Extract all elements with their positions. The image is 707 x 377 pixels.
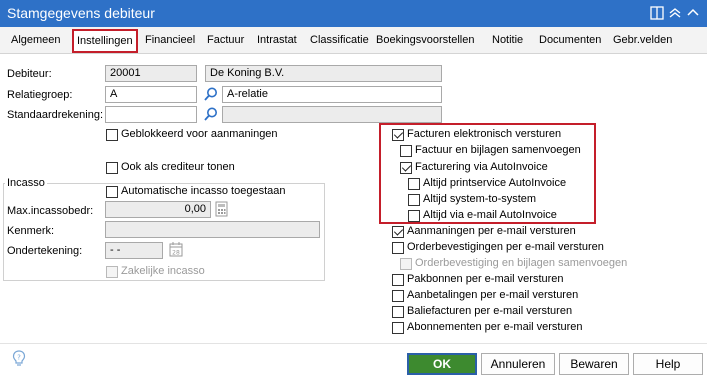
pakbonnen-email-checkbox[interactable] bbox=[392, 274, 404, 286]
relatiegroep-name-field: A-relatie bbox=[222, 86, 442, 103]
orderbevestigingen-email-label: Orderbevestigingen per e-mail versturen bbox=[407, 241, 604, 253]
tab-classificatie[interactable]: Classificatie bbox=[310, 34, 369, 46]
svg-text:28: 28 bbox=[172, 250, 180, 257]
debiteur-name-field: De Koning B.V. bbox=[205, 65, 442, 82]
tab-documenten[interactable]: Documenten bbox=[539, 34, 601, 46]
max-incassobedr-label: Max.incassobedr: bbox=[7, 205, 94, 217]
tab-boekingsvoorstellen[interactable]: Boekingsvoorstellen bbox=[376, 34, 474, 46]
collapse-up-icon[interactable] bbox=[668, 6, 682, 20]
automatische-incasso-checkbox[interactable] bbox=[106, 186, 118, 198]
search-icon[interactable] bbox=[203, 106, 219, 125]
help-button[interactable]: Help bbox=[633, 353, 703, 375]
calendar-icon[interactable]: 28 bbox=[169, 241, 183, 260]
svg-text:?: ? bbox=[17, 354, 21, 362]
geblokkeerd-checkbox[interactable] bbox=[106, 129, 118, 141]
standaardrekening-label: Standaardrekening: bbox=[7, 109, 104, 121]
altijd-via-email-label: Altijd via e-mail AutoInvoice bbox=[423, 209, 557, 221]
factuur-bijlagen-samenvoegen-checkbox[interactable] bbox=[400, 145, 412, 157]
tab-financieel[interactable]: Financieel bbox=[145, 34, 195, 46]
facturering-autoinvoice-label: Facturering via AutoInvoice bbox=[415, 161, 548, 173]
abonnementen-email-label: Abonnementen per e-mail versturen bbox=[407, 321, 583, 333]
altijd-printservice-checkbox[interactable] bbox=[408, 178, 420, 190]
debiteur-label: Debiteur: bbox=[7, 68, 52, 80]
title-bar: Stamgegevens debiteur bbox=[0, 0, 707, 27]
standaardrekening-code-input[interactable] bbox=[105, 106, 197, 123]
ondertekening-field: - - bbox=[105, 242, 163, 259]
crediteur-checkbox[interactable] bbox=[106, 162, 118, 174]
help-lightbulb-icon[interactable]: ? bbox=[12, 350, 26, 371]
crediteur-label: Ook als crediteur tonen bbox=[121, 161, 235, 173]
altijd-printservice-label: Altijd printservice AutoInvoice bbox=[423, 177, 567, 189]
annuleren-button[interactable]: Annuleren bbox=[481, 353, 555, 375]
search-icon[interactable] bbox=[203, 86, 219, 105]
debiteur-code-field: 20001 bbox=[105, 65, 197, 82]
relatiegroep-code-input[interactable]: A bbox=[105, 86, 197, 103]
tab-instellingen[interactable]: Instellingen bbox=[72, 29, 138, 53]
abonnementen-email-checkbox[interactable] bbox=[392, 322, 404, 334]
tab-bar: Algemeen Instellingen Financieel Factuur… bbox=[0, 27, 707, 54]
aanmaningen-email-checkbox[interactable] bbox=[392, 226, 404, 238]
calculator-icon[interactable] bbox=[215, 201, 228, 220]
facturen-elektronisch-checkbox[interactable] bbox=[392, 129, 404, 141]
orderbevestiging-samenvoegen-checkbox[interactable] bbox=[400, 258, 412, 270]
altijd-system-to-system-checkbox[interactable] bbox=[408, 194, 420, 206]
tab-gebr-velden[interactable]: Gebr.velden bbox=[613, 34, 672, 46]
baliefacturen-email-checkbox[interactable] bbox=[392, 306, 404, 318]
tab-intrastat[interactable]: Intrastat bbox=[257, 34, 297, 46]
zakelijke-incasso-checkbox[interactable] bbox=[106, 266, 118, 278]
aanbetalingen-email-checkbox[interactable] bbox=[392, 290, 404, 302]
tab-factuur[interactable]: Factuur bbox=[207, 34, 244, 46]
altijd-via-email-checkbox[interactable] bbox=[408, 210, 420, 222]
orderbevestigingen-email-checkbox[interactable] bbox=[392, 242, 404, 254]
factuur-bijlagen-samenvoegen-label: Factuur en bijlagen samenvoegen bbox=[415, 144, 581, 156]
tab-notitie[interactable]: Notitie bbox=[492, 34, 523, 46]
facturering-autoinvoice-checkbox[interactable] bbox=[400, 162, 412, 174]
tab-algemeen[interactable]: Algemeen bbox=[11, 34, 61, 46]
orderbevestiging-samenvoegen-label: Orderbevestiging en bijlagen samenvoegen bbox=[415, 257, 628, 269]
kenmerk-field bbox=[105, 221, 320, 238]
ok-button[interactable]: OK bbox=[407, 353, 477, 375]
geblokkeerd-label: Geblokkeerd voor aanmaningen bbox=[121, 128, 278, 140]
ondertekening-label: Ondertekening: bbox=[7, 245, 83, 257]
aanmaningen-email-label: Aanmaningen per e-mail versturen bbox=[407, 225, 576, 237]
baliefacturen-email-label: Baliefacturen per e-mail versturen bbox=[407, 305, 573, 317]
incasso-group-label: Incasso bbox=[5, 177, 47, 189]
zakelijke-incasso-label: Zakelijke incasso bbox=[121, 265, 205, 277]
altijd-system-to-system-label: Altijd system-to-system bbox=[423, 193, 537, 205]
aanbetalingen-email-label: Aanbetalingen per e-mail versturen bbox=[407, 289, 579, 301]
max-incassobedr-field: 0,00 bbox=[105, 201, 211, 218]
pakbonnen-email-label: Pakbonnen per e-mail versturen bbox=[407, 273, 564, 285]
automatische-incasso-label: Automatische incasso toegestaan bbox=[121, 185, 286, 197]
window-title: Stamgegevens debiteur bbox=[7, 5, 155, 21]
chevron-up-icon[interactable] bbox=[686, 6, 700, 20]
kenmerk-label: Kenmerk: bbox=[7, 225, 55, 237]
relatiegroep-label: Relatiegroep: bbox=[7, 89, 73, 101]
bewaren-button[interactable]: Bewaren bbox=[559, 353, 629, 375]
facturen-elektronisch-label: Facturen elektronisch versturen bbox=[407, 128, 562, 140]
columns-icon[interactable] bbox=[650, 6, 664, 20]
footer-divider bbox=[0, 343, 707, 344]
standaardrekening-name-field bbox=[222, 106, 442, 123]
